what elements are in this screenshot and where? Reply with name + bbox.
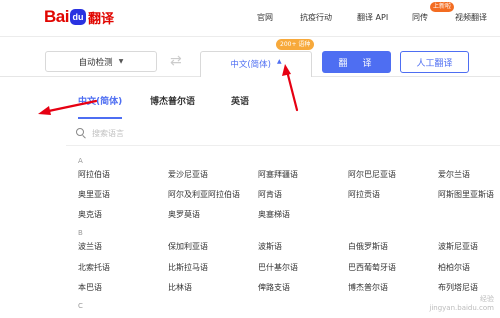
target-language-select[interactable]: 中文(简体) ▲ [200, 51, 312, 77]
lang-item[interactable]: 阿拉贡语 [348, 189, 380, 200]
lang-item[interactable]: 白俄罗斯语 [348, 241, 388, 252]
lang-item[interactable]: 爱尔兰语 [438, 169, 470, 180]
caret-down-icon: ▼ [118, 58, 124, 65]
lang-item[interactable]: 奥塞梯语 [258, 209, 290, 220]
source-language-select[interactable]: 自动检测 ▼ [45, 51, 157, 72]
lang-item[interactable]: 阿拉伯语 [78, 169, 110, 180]
group-letter-c: C [78, 302, 83, 310]
lang-item[interactable]: 波斯尼亚语 [438, 241, 478, 252]
language-search-row [66, 125, 500, 146]
lang-item[interactable]: 巴西葡萄牙语 [348, 262, 396, 273]
language-dropdown-panel [0, 76, 500, 318]
lang-item[interactable]: 俾路支语 [258, 282, 290, 293]
watermark: 经验 jingyan.baidu.com [429, 295, 494, 313]
tab-bhojpuri[interactable]: 博杰普尔语 [150, 94, 195, 107]
watermark-line-2: jingyan.baidu.com [429, 304, 494, 312]
lang-item[interactable]: 阿尔巴尼亚语 [348, 169, 396, 180]
lang-item[interactable]: 柏柏尔语 [438, 262, 470, 273]
lang-item[interactable]: 阿尔及利亚阿拉伯语 [168, 189, 240, 200]
lang-item[interactable]: 北索托语 [78, 262, 110, 273]
tab-chinese-simplified[interactable]: 中文(简体) [78, 94, 122, 107]
lang-item[interactable]: 博杰普尔语 [348, 282, 388, 293]
lang-item[interactable]: 阿塞拜疆语 [258, 169, 298, 180]
lang-item[interactable]: 奥克语 [78, 209, 102, 220]
source-language-label: 自动检测 [78, 57, 113, 68]
language-search-input[interactable] [92, 125, 292, 141]
lang-item[interactable]: 奥里亚语 [78, 189, 110, 200]
translate-button[interactable]: 翻 译 [322, 51, 391, 73]
group-letter-b: B [78, 229, 83, 237]
lang-item[interactable]: 比斯拉马语 [168, 262, 208, 273]
lang-item[interactable]: 阿肯语 [258, 189, 282, 200]
nav-simultaneous[interactable]: 同传 [412, 12, 428, 23]
baidu-translate-logo[interactable]: Bai du 翻译 [44, 6, 114, 28]
target-language-label: 中文(简体) [230, 60, 271, 70]
lang-item[interactable]: 保加利亚语 [168, 241, 208, 252]
lang-item[interactable]: 波斯语 [258, 241, 282, 252]
nav-anti-epidemic[interactable]: 抗疫行动 [300, 12, 332, 23]
logo-fanyi: 翻译 [87, 11, 114, 27]
lang-item[interactable]: 本巴语 [78, 282, 102, 293]
lang-item[interactable]: 爱沙尼亚语 [168, 169, 208, 180]
group-letter-a: A [78, 157, 83, 165]
swap-languages-icon[interactable]: ⇄ [170, 54, 188, 68]
lang-item[interactable]: 比林语 [168, 282, 192, 293]
tab-english[interactable]: 英语 [231, 94, 249, 107]
language-count-badge: 200+ 语种 [276, 39, 315, 50]
top-bar: Bai du 翻译 官网 抗疫行动 翻译 API 同传 上新啦 视频翻译 [0, 0, 500, 37]
lang-item[interactable]: 布列塔尼语 [438, 282, 478, 293]
active-tab-underline [78, 117, 122, 119]
lang-item[interactable]: 奥罗莫语 [168, 209, 200, 220]
nav-new-badge: 上新啦 [430, 2, 455, 12]
caret-up-icon: ▲ [277, 58, 282, 65]
lang-item[interactable]: 波兰语 [78, 241, 102, 252]
nav-video-translate[interactable]: 视频翻译 [455, 12, 487, 23]
lang-item[interactable]: 阿斯图里亚斯语 [438, 189, 494, 200]
logo-bai: Bai [44, 7, 69, 26]
search-icon [76, 128, 84, 136]
logo-du-paw: du [69, 9, 86, 25]
nav-translate-api[interactable]: 翻译 API [357, 12, 388, 23]
nav-official-site[interactable]: 官网 [257, 12, 273, 23]
watermark-line-1: 经验 [480, 295, 494, 303]
human-translate-button[interactable]: 人工翻译 [400, 51, 469, 73]
lang-item[interactable]: 巴什基尔语 [258, 262, 298, 273]
